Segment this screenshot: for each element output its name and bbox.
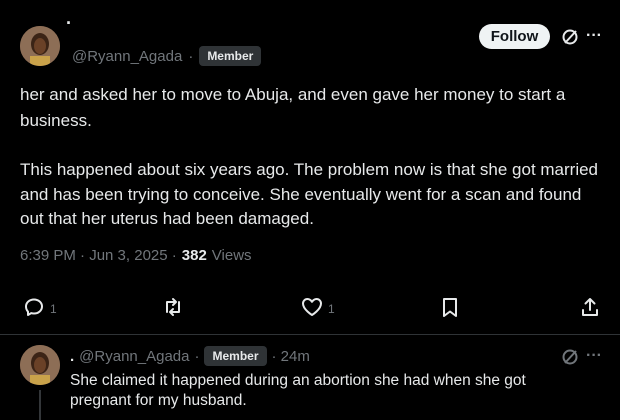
reply-more-icon[interactable]: ··· bbox=[584, 347, 604, 365]
share-icon[interactable] bbox=[580, 296, 600, 318]
reply-author-line: . @Ryann_Agada · Member · 24m bbox=[70, 346, 310, 366]
member-badge: Member bbox=[199, 46, 262, 66]
like-count: 1 bbox=[328, 302, 335, 316]
reply-age[interactable]: · 24m bbox=[272, 348, 310, 365]
tweet-timestamp[interactable]: 6:39 PM · Jun 3, 2025 · bbox=[20, 247, 177, 264]
grok-icon[interactable] bbox=[561, 28, 579, 46]
top-partial-dot: · bbox=[66, 13, 72, 33]
handle-separator: · bbox=[188, 47, 194, 65]
retweet-icon[interactable] bbox=[162, 297, 184, 317]
reply-icon[interactable] bbox=[24, 297, 44, 317]
reply-member-badge: Member bbox=[204, 346, 267, 366]
reply-thread-line bbox=[39, 390, 41, 420]
divider bbox=[0, 334, 620, 335]
author-handle[interactable]: @Ryann_Agada bbox=[72, 48, 182, 65]
reply-text: She claimed it happened during an aborti… bbox=[70, 372, 526, 409]
reply-handle-separator: · bbox=[194, 347, 200, 365]
tweet-meta: 6:39 PM · Jun 3, 2025 · 382 Views bbox=[20, 247, 252, 264]
author-line: @Ryann_Agada · Member bbox=[72, 46, 262, 66]
reply-count: 1 bbox=[50, 302, 57, 316]
reply-display-name[interactable]: . bbox=[70, 348, 74, 365]
bookmark-icon[interactable] bbox=[441, 297, 459, 318]
like-icon[interactable] bbox=[301, 297, 323, 317]
reply-author-handle[interactable]: @Ryann_Agada bbox=[79, 348, 189, 365]
views-label: Views bbox=[211, 247, 252, 264]
avatar[interactable] bbox=[20, 26, 60, 66]
tweet-text-paragraph-2: This happened about six years ago. The p… bbox=[20, 160, 599, 228]
reply-grok-icon[interactable] bbox=[561, 348, 579, 366]
reply-avatar[interactable] bbox=[20, 345, 60, 385]
follow-button[interactable]: Follow bbox=[479, 24, 550, 49]
views-count: 382 bbox=[181, 247, 207, 264]
more-icon[interactable]: ··· bbox=[584, 27, 604, 45]
tweet-text-paragraph-1: her and asked her to move to Abuja, and … bbox=[20, 85, 566, 130]
